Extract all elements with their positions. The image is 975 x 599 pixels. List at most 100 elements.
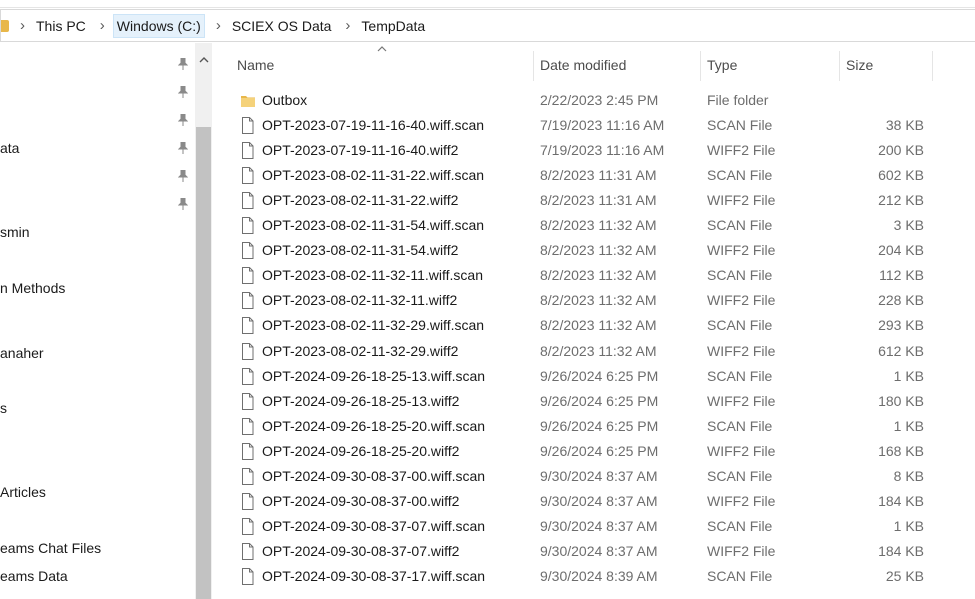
table-row[interactable]: OPT-2023-08-02-11-31-54.wiff.scan 8/2/202… (212, 213, 975, 238)
chevron-up-icon[interactable] (195, 51, 212, 67)
file-name: OPT-2023-08-02-11-32-11.wiff2 (262, 292, 458, 309)
chevron-right-icon[interactable]: › (9, 17, 33, 34)
column-header-type[interactable]: Type (707, 52, 837, 78)
file-date-modified: 9/30/2024 8:37 AM (540, 467, 658, 484)
file-icon (240, 492, 255, 511)
table-row[interactable]: Outbox 2/22/2023 2:45 PM File folder (212, 88, 975, 113)
chevron-right-icon[interactable]: › (205, 17, 229, 34)
table-row[interactable]: OPT-2023-08-02-11-31-22.wiff.scan 8/2/202… (212, 163, 975, 188)
table-row[interactable]: OPT-2024-09-26-18-25-20.wiff.scan 9/26/20… (212, 414, 975, 439)
file-icon (240, 367, 255, 386)
nav-item[interactable]: anaher (0, 345, 44, 361)
file-name: OPT-2023-08-02-11-32-29.wiff.scan (262, 317, 485, 334)
file-size: 204 KB (878, 242, 924, 259)
file-type: WIFF2 File (707, 442, 776, 459)
file-date-modified: 9/30/2024 8:39 AM (540, 567, 658, 584)
column-separator[interactable] (839, 51, 840, 81)
table-row[interactable]: OPT-2023-08-02-11-31-22.wiff2 8/2/2023 11… (212, 188, 975, 213)
file-name: OPT-2024-09-30-08-37-00.wiff2 (262, 492, 460, 509)
column-header-date[interactable]: Date modified (540, 52, 700, 78)
table-row[interactable]: OPT-2023-08-02-11-32-29.wiff.scan 8/2/202… (212, 313, 975, 338)
table-row[interactable]: OPT-2023-07-19-11-16-40.wiff2 7/19/2023 1… (212, 138, 975, 163)
nav-item[interactable]: s (0, 400, 7, 416)
file-type: SCAN File (707, 517, 773, 534)
folder-icon (240, 91, 255, 110)
file-icon (240, 342, 255, 361)
file-size: 200 KB (878, 142, 924, 159)
breadcrumb-item-this-pc[interactable]: This PC (33, 15, 89, 37)
file-type: SCAN File (707, 267, 773, 284)
pin-icon[interactable] (178, 142, 188, 154)
table-row[interactable]: OPT-2024-09-30-08-37-00.wiff.scan 9/30/20… (212, 464, 975, 489)
column-header-label: Type (707, 57, 738, 73)
file-icon (240, 442, 255, 461)
breadcrumb-item-sciex-os-data[interactable]: SCIEX OS Data (229, 15, 335, 37)
column-header-name[interactable]: Name (237, 52, 532, 78)
breadcrumb-item-windows-c[interactable]: Windows (C:) (112, 13, 205, 38)
file-type: SCAN File (707, 467, 773, 484)
table-row[interactable]: OPT-2024-09-30-08-37-07.wiff.scan 9/30/20… (212, 514, 975, 539)
file-list: Name Date modified Type Size Outbox 2/22/… (212, 43, 975, 599)
nav-item[interactable]: eams Data (0, 568, 68, 584)
nav-item[interactable]: Articles (0, 484, 46, 500)
file-size: 180 KB (878, 392, 924, 409)
column-separator[interactable] (700, 51, 701, 81)
file-icon (240, 141, 255, 160)
file-size: 1 KB (893, 417, 924, 434)
file-type: WIFF2 File (707, 392, 776, 409)
file-name: OPT-2024-09-30-08-37-07.wiff.scan (262, 517, 486, 534)
nav-item[interactable]: n Methods (0, 280, 65, 296)
folder-icon (1, 19, 9, 32)
file-date-modified: 9/26/2024 6:25 PM (540, 367, 659, 384)
pin-icon[interactable] (178, 58, 188, 70)
file-name: OPT-2023-07-19-11-16-40.wiff.scan (262, 117, 485, 134)
pin-icon[interactable] (178, 170, 188, 182)
file-type: SCAN File (707, 317, 773, 334)
file-type: SCAN File (707, 217, 773, 234)
file-size: 293 KB (878, 317, 924, 334)
file-size: 8 KB (893, 467, 924, 484)
table-row[interactable]: OPT-2023-08-02-11-32-11.wiff2 8/2/2023 11… (212, 288, 975, 313)
nav-item[interactable]: ata (0, 140, 19, 156)
table-row[interactable]: OPT-2023-08-02-11-31-54.wiff2 8/2/2023 11… (212, 238, 975, 263)
table-row[interactable]: OPT-2024-09-26-18-25-13.wiff2 9/26/2024 6… (212, 389, 975, 414)
table-row[interactable]: OPT-2024-09-30-08-37-00.wiff2 9/30/2024 8… (212, 489, 975, 514)
chevron-right-icon[interactable]: › (334, 17, 358, 34)
nav-item[interactable]: eams Chat Files (0, 540, 101, 556)
column-separator[interactable] (932, 51, 933, 81)
file-size: 112 KB (879, 267, 924, 284)
file-date-modified: 7/19/2023 11:16 AM (540, 142, 665, 159)
nav-item[interactable]: smin (0, 224, 30, 240)
table-row[interactable]: OPT-2024-09-26-18-25-20.wiff2 9/26/2024 6… (212, 439, 975, 464)
breadcrumb-item-tempdata[interactable]: TempData (358, 15, 428, 37)
table-row[interactable]: OPT-2023-08-02-11-32-29.wiff2 8/2/2023 11… (212, 339, 975, 364)
file-type: WIFF2 File (707, 242, 776, 259)
file-icon (240, 191, 255, 210)
table-row[interactable]: OPT-2024-09-30-08-37-17.wiff.scan 9/30/20… (212, 564, 975, 589)
column-separator[interactable] (533, 51, 534, 81)
file-name: Outbox (262, 92, 308, 108)
chevron-right-icon[interactable]: › (89, 17, 113, 34)
nav-scrollbar[interactable] (195, 43, 212, 599)
column-header-size[interactable]: Size (846, 52, 931, 78)
file-size: 184 KB (878, 492, 924, 509)
file-size: 25 KB (885, 567, 924, 584)
file-size: 612 KB (878, 342, 924, 359)
pin-icon[interactable] (178, 198, 188, 210)
table-row[interactable]: OPT-2023-07-19-11-16-40.wiff.scan 7/19/20… (212, 113, 975, 138)
table-row[interactable]: OPT-2024-09-26-18-25-13.wiff.scan 9/26/20… (212, 364, 975, 389)
file-size: 38 KB (885, 117, 924, 134)
table-row[interactable]: OPT-2023-08-02-11-32-11.wiff.scan 8/2/202… (212, 263, 975, 288)
file-name: OPT-2024-09-30-08-37-07.wiff2 (262, 542, 460, 559)
pin-icon[interactable] (178, 86, 188, 98)
file-icon (240, 567, 255, 586)
file-date-modified: 9/30/2024 8:37 AM (540, 492, 658, 509)
file-name: OPT-2023-08-02-11-31-22.wiff.scan (262, 167, 485, 184)
scrollbar-thumb[interactable] (196, 127, 211, 599)
file-size: 184 KB (878, 542, 924, 559)
file-date-modified: 9/30/2024 8:37 AM (540, 517, 658, 534)
pin-icon[interactable] (178, 114, 188, 126)
sort-ascending-icon (377, 46, 387, 54)
address-bar[interactable]: › This PC › Windows (C:) › SCIEX OS Data… (0, 9, 975, 42)
table-row[interactable]: OPT-2024-09-30-08-37-07.wiff2 9/30/2024 8… (212, 539, 975, 564)
